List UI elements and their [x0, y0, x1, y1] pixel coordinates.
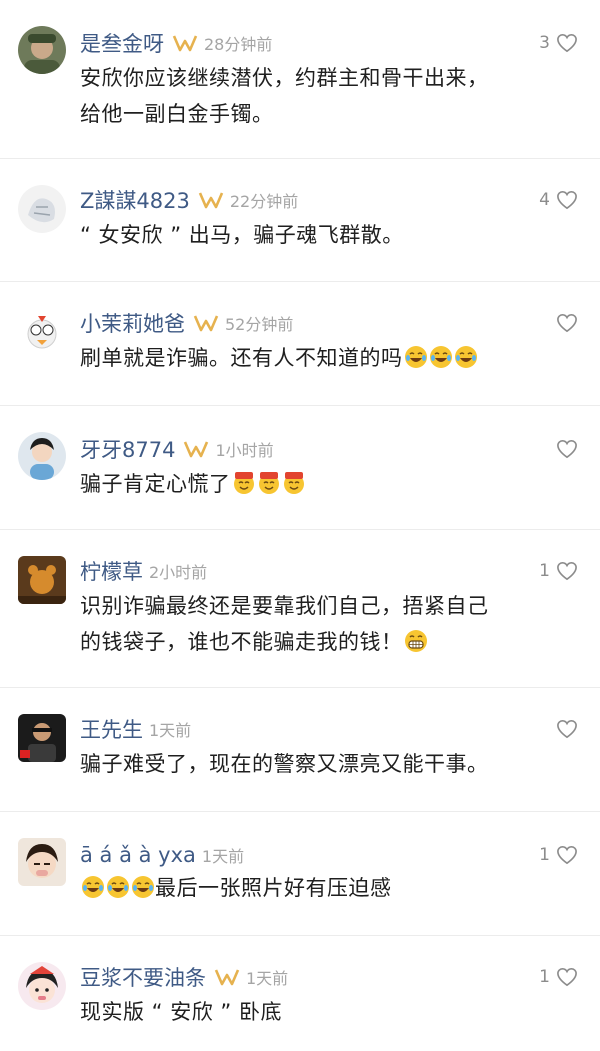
comment-line: 最后一张照片好有压迫感: [80, 870, 550, 906]
comment-line-text: 最后一张照片好有压迫感: [155, 876, 392, 900]
avatar[interactable]: [18, 432, 66, 480]
comment-line: 现实版 “ 安欣 ” 卧底: [80, 1000, 282, 1024]
comment-line: “ 女安欣 ” 出马，骗子魂飞群散。: [80, 223, 404, 247]
comment-line: 的钱袋子，谁也不能骗走我的钱！: [80, 624, 550, 660]
username[interactable]: 牙牙8774: [80, 434, 175, 464]
username[interactable]: 王先生: [80, 714, 143, 744]
like-count: 1: [539, 967, 550, 987]
comment-time: 1天前: [201, 847, 245, 866]
comment-item: 牙牙8774 1小时前 骗子肯定心慌了: [0, 405, 600, 529]
laugh-cry-emoji-icon: [429, 345, 453, 369]
heart-icon: [557, 33, 577, 53]
comment-time: 1天前: [149, 721, 192, 740]
avatar[interactable]: [18, 185, 66, 233]
username[interactable]: 小茉莉她爸: [80, 308, 185, 338]
heart-icon: [557, 719, 577, 739]
heart-icon: [557, 967, 577, 987]
laugh-cry-emoji-icon: [454, 345, 478, 369]
666-emoji-icon: [232, 471, 256, 495]
comment-time: 52分钟前: [225, 315, 294, 334]
comment-line-text: 的钱袋子，谁也不能骗走我的钱！: [80, 630, 403, 654]
comment-meta: ā á ǎ à yxa 1天前: [80, 840, 244, 870]
comment-line-text: 刷单就是诈骗。还有人不知道的吗: [80, 346, 403, 370]
vip-badge-icon: [214, 967, 240, 987]
comment-line: 骗子难受了，现在的警察又漂亮又能干事。: [80, 752, 489, 776]
comment-time: 28分钟前: [204, 35, 273, 54]
vip-badge-icon: [183, 439, 209, 459]
like-count: 1: [539, 561, 550, 581]
like-count: 3: [539, 33, 550, 53]
comment-text: 刷单就是诈骗。还有人不知道的吗: [80, 340, 550, 376]
username[interactable]: ā á ǎ à yxa: [80, 843, 196, 867]
laugh-cry-emoji-icon: [81, 875, 105, 899]
like-button[interactable]: 4: [539, 185, 578, 215]
like-button[interactable]: 1: [539, 962, 578, 992]
avatar[interactable]: [18, 714, 66, 762]
vip-badge-icon: [198, 190, 224, 210]
comment-text: 现实版 “ 安欣 ” 卧底: [80, 994, 550, 1030]
comment-meta: 是叁金呀 28分钟前: [80, 28, 272, 58]
like-button[interactable]: 3: [539, 28, 578, 58]
like-count: 4: [539, 190, 550, 210]
comment-text: “ 女安欣 ” 出马，骗子魂飞群散。: [80, 217, 550, 253]
comment-text: 骗子难受了，现在的警察又漂亮又能干事。: [80, 746, 550, 782]
comment-time: 22分钟前: [229, 192, 299, 211]
avatar[interactable]: [18, 308, 66, 356]
comment-item: 小茉莉她爸 52分钟前 刷单就是诈骗。还有人不知道的吗: [0, 281, 600, 405]
comment-line: 识别诈骗最终还是要靠我们自己，捂紧自己: [80, 594, 489, 618]
username[interactable]: Z謀謀4823: [80, 185, 190, 215]
vip-badge-icon: [172, 33, 198, 53]
comment-item: 是叁金呀 28分钟前 3 安欣你应该继续潜伏，约群主和骨干出来， 给他一副白金手…: [0, 0, 600, 158]
comment-item: Z謀謀4823 22分钟前 4 “ 女安欣 ” 出马，骗子魂飞群散。: [0, 158, 600, 281]
avatar[interactable]: [18, 962, 66, 1010]
like-button[interactable]: [550, 308, 578, 338]
like-count: 1: [539, 845, 550, 865]
comment-line: 骗子肯定心慌了: [80, 466, 550, 502]
666-emoji-icon: [257, 471, 281, 495]
comment-text: 最后一张照片好有压迫感: [80, 870, 550, 906]
heart-icon: [557, 439, 577, 459]
like-button[interactable]: [550, 714, 578, 744]
like-button[interactable]: 1: [539, 840, 578, 870]
heart-icon: [557, 190, 577, 210]
comment-line: 刷单就是诈骗。还有人不知道的吗: [80, 340, 550, 376]
comment-item: 柠檬草 2小时前 1 识别诈骗最终还是要靠我们自己，捂紧自己 的钱袋子，谁也不能…: [0, 529, 600, 687]
comment-meta: Z謀謀4823 22分钟前: [80, 185, 298, 215]
heart-icon: [557, 845, 577, 865]
username[interactable]: 豆浆不要油条: [80, 962, 206, 992]
comment-item: 王先生 1天前 骗子难受了，现在的警察又漂亮又能干事。: [0, 687, 600, 811]
comment-meta: 牙牙8774 1小时前: [80, 434, 274, 464]
heart-icon: [557, 313, 577, 333]
laugh-cry-emoji-icon: [131, 875, 155, 899]
username[interactable]: 是叁金呀: [80, 28, 164, 58]
avatar[interactable]: [18, 556, 66, 604]
like-button[interactable]: [550, 434, 578, 464]
like-button[interactable]: 1: [539, 556, 578, 586]
comment-text: 骗子肯定心慌了: [80, 466, 550, 502]
comment-meta: 小茉莉她爸 52分钟前: [80, 308, 293, 338]
666-emoji-icon: [282, 471, 306, 495]
comment-text: 安欣你应该继续潜伏，约群主和骨干出来， 给他一副白金手镯。: [80, 60, 550, 132]
heart-icon: [557, 561, 577, 581]
comment-item: ā á ǎ à yxa 1天前 1 最后一张照片好有压迫感: [0, 811, 600, 935]
comment-item: 豆浆不要油条 1天前 1 现实版 “ 安欣 ” 卧底: [0, 935, 600, 1051]
vip-badge-icon: [193, 313, 219, 333]
comment-line: 给他一副白金手镯。: [80, 102, 274, 126]
laugh-cry-emoji-icon: [106, 875, 130, 899]
avatar[interactable]: [18, 26, 66, 74]
comment-time: 1天前: [246, 969, 289, 988]
comment-time: 2小时前: [149, 563, 208, 582]
comment-time: 1小时前: [215, 441, 274, 460]
comment-meta: 王先生 1天前: [80, 714, 191, 744]
laugh-cry-emoji-icon: [404, 345, 428, 369]
grin-emoji-icon: [404, 629, 428, 653]
comment-meta: 柠檬草 2小时前: [80, 556, 207, 586]
comment-meta: 豆浆不要油条 1天前: [80, 962, 288, 992]
comment-text: 识别诈骗最终还是要靠我们自己，捂紧自己 的钱袋子，谁也不能骗走我的钱！: [80, 588, 550, 660]
username[interactable]: 柠檬草: [80, 556, 143, 586]
comment-line-text: 骗子肯定心慌了: [80, 472, 231, 496]
avatar[interactable]: [18, 838, 66, 886]
comment-line: 安欣你应该继续潜伏，约群主和骨干出来，: [80, 66, 489, 90]
